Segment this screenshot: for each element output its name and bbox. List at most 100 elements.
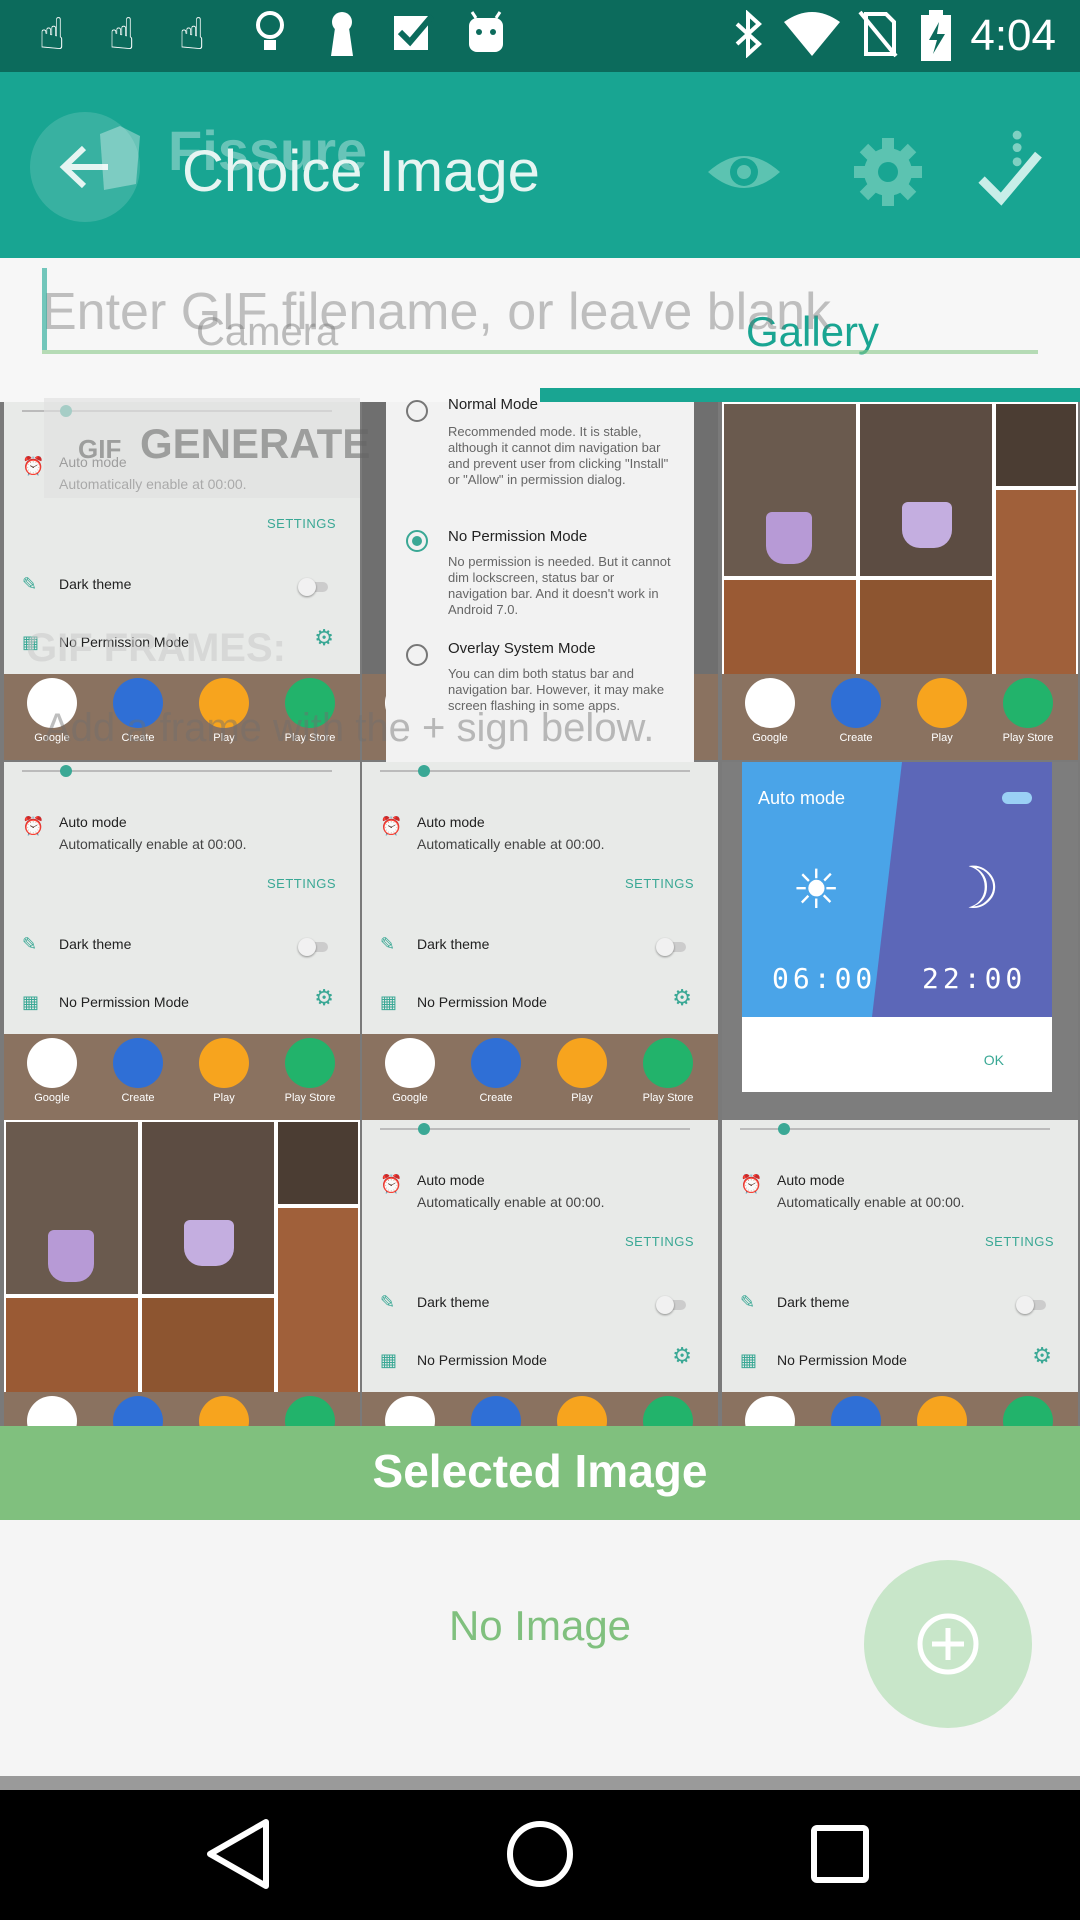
app-shortcut: Create (456, 1038, 536, 1104)
no-permission-label: No Permission Mode (417, 994, 547, 1010)
app-shortcut: Create (816, 1396, 896, 1426)
mode-title: No Permission Mode (448, 528, 588, 545)
app-label: Create (839, 732, 873, 744)
app-shortcut: Create (816, 678, 896, 744)
sun-icon: ☀ (792, 858, 841, 921)
settings-link[interactable]: SETTINGS (625, 876, 694, 891)
auto-mode-desc: Automatically enable at 00:00. (777, 1194, 965, 1210)
brightness-slider (22, 765, 332, 777)
grid-cell[interactable]: GoogleCreatePlayPlay Store (4, 1120, 360, 1426)
gear-icon[interactable]: ⚙ (1032, 1344, 1052, 1369)
add-frame-hint: Add a frame with the + sign below. (44, 706, 655, 750)
app-shortcut: Play (542, 1038, 622, 1104)
radio-no-permission-mode[interactable] (406, 530, 428, 552)
app-icon (285, 1396, 335, 1426)
gear-icon[interactable]: ⚙ (672, 1344, 692, 1369)
app-icon (471, 1396, 521, 1426)
day-time[interactable]: 06:00 (772, 962, 876, 995)
dark-theme-label: Dark theme (417, 936, 490, 952)
app-shortcut: Create (98, 1038, 178, 1104)
gear-icon[interactable]: ⚙ (672, 986, 692, 1011)
back-nav-icon[interactable] (200, 1814, 280, 1894)
check-icon[interactable] (970, 128, 1050, 208)
auto-mode-label: Auto mode (777, 1172, 845, 1188)
android-icon (466, 10, 506, 60)
brightness-slider (380, 1123, 690, 1135)
page-title: Choice Image (182, 139, 540, 204)
settings-link[interactable]: SETTINGS (985, 1234, 1054, 1249)
radio-overlay-mode[interactable] (406, 644, 428, 666)
settings-link[interactable]: SETTINGS (267, 876, 336, 891)
app-shortcut: Play Store (270, 1396, 350, 1426)
grid-cell[interactable]: ⏰ Auto mode Automatically enable at 00:00.… (722, 1120, 1078, 1426)
lightbulb-icon (250, 10, 290, 60)
dark-theme-toggle[interactable] (298, 578, 328, 596)
dark-theme-toggle[interactable] (656, 1296, 686, 1314)
hand-icon: ☝ (38, 9, 66, 60)
app-label: Play (571, 1092, 593, 1104)
grid-cell[interactable]: ⏰ Auto mode Automatically enable at 00:00.… (362, 1120, 718, 1426)
app-shortcut: Play (902, 1396, 982, 1426)
recents-nav-icon[interactable] (800, 1814, 880, 1894)
gif-filename-input[interactable] (42, 268, 1038, 356)
no-permission-label: No Permission Mode (59, 994, 189, 1010)
grid-cell[interactable]: ⏰ Auto mode Automatically enable at 00:00.… (362, 762, 718, 1120)
auto-mode-switch[interactable] (1002, 792, 1032, 804)
flower-pot (902, 502, 952, 548)
grid-cell[interactable]: ⏰ Auto mode Automatically enable at 00:00.… (4, 762, 360, 1120)
eye-icon[interactable] (704, 132, 784, 212)
grid-cell[interactable]: GoogleCreatePlayPlay Store (722, 402, 1078, 760)
tab-indicator (540, 388, 1080, 402)
hand-icon: ☝ (178, 9, 206, 60)
wifi-icon (782, 10, 842, 60)
home-nav-icon[interactable] (500, 1814, 580, 1894)
generate-button[interactable]: GIF GENERATE (44, 398, 370, 498)
brush-icon: ✎ (22, 574, 38, 595)
dark-theme-toggle[interactable] (1016, 1296, 1046, 1314)
app-icon (643, 1038, 693, 1088)
app-icon (385, 1396, 435, 1426)
tab-strip: Camera Gallery (0, 258, 1080, 402)
gear-icon[interactable]: ⚙ (314, 626, 334, 651)
app-shortcut: Google (370, 1396, 450, 1426)
add-circle-icon (917, 1613, 979, 1675)
app-icon (113, 1038, 163, 1088)
mode-description: Recommended mode. It is stable, although… (448, 424, 669, 487)
gear-icon[interactable]: ⚙ (314, 986, 334, 1011)
auto-mode-label: Auto mode (417, 814, 485, 830)
grid-cell[interactable]: Auto mode ☀ ☾ 06:00 22:00 OK (722, 762, 1078, 1120)
dark-theme-toggle[interactable] (298, 938, 328, 956)
no-permission-label: No Permission Mode (777, 1352, 907, 1368)
settings-screenshot: ⏰ Auto mode Automatically enable at 00:00.… (722, 1120, 1078, 1426)
app-label: Play Store (284, 1092, 336, 1104)
app-icon (745, 678, 795, 728)
grid-icon: ▦ (22, 992, 40, 1013)
photo-tile (276, 1120, 360, 1206)
app-icon (831, 1396, 881, 1426)
app-label: Google (34, 1092, 70, 1104)
dark-theme-toggle[interactable] (656, 938, 686, 956)
gear-icon[interactable] (848, 132, 928, 212)
app-shortcut: Play (184, 1038, 264, 1104)
app-icon (27, 1038, 77, 1088)
app-label: Create (121, 1092, 155, 1104)
dark-theme-label: Dark theme (59, 576, 132, 592)
night-time[interactable]: 22:00 (922, 962, 1026, 995)
add-frame-button[interactable] (864, 1560, 1032, 1728)
app-label: Google (752, 732, 788, 744)
radio-normal-mode[interactable] (406, 400, 428, 422)
settings-link[interactable]: SETTINGS (625, 1234, 694, 1249)
app-label: Create (479, 1092, 513, 1104)
settings-link[interactable]: SETTINGS (267, 516, 336, 531)
app-label: Play Store (1002, 732, 1054, 744)
app-icon (917, 1396, 967, 1426)
app-shortcut: Play Store (628, 1396, 708, 1426)
settings-screenshot: ⏰ Auto mode Automatically enable at 00:00.… (362, 1120, 718, 1426)
dialog-title: Auto mode (758, 788, 846, 808)
no-sim-icon (858, 10, 898, 60)
ok-button[interactable]: OK (984, 1052, 1004, 1068)
app-shortcut: Google (12, 1396, 92, 1426)
app-icon (199, 1396, 249, 1426)
brush-icon: ✎ (380, 1292, 396, 1313)
app-label: Google (392, 1092, 428, 1104)
